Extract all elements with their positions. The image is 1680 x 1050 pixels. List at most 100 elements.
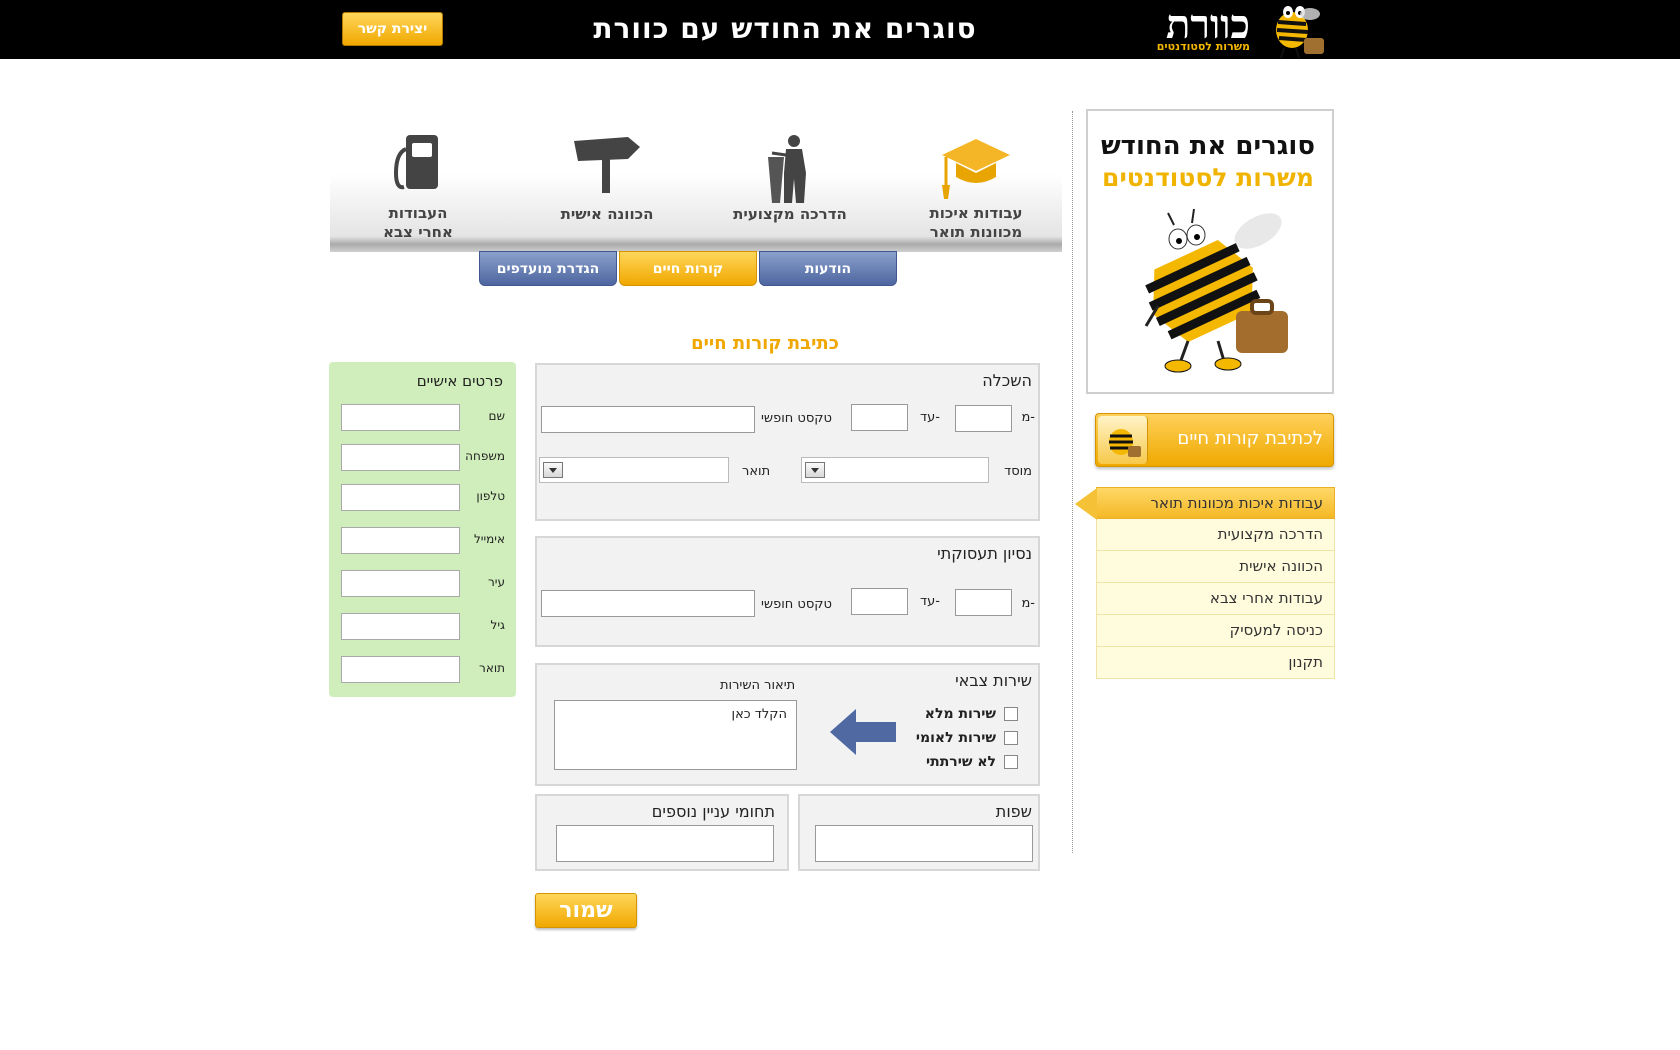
email-input[interactable] xyxy=(341,527,460,554)
to-label: עד- xyxy=(920,594,940,609)
languages-section: שפות xyxy=(798,794,1040,871)
icon-nav-personal-guidance[interactable]: הכוונה אישית xyxy=(527,121,687,252)
tab-preferences[interactable]: הגדרת מועדפים xyxy=(479,251,617,286)
tab-cv[interactable]: קורות חיים xyxy=(619,251,757,286)
service-description-label: תיאור השירות xyxy=(720,678,796,693)
column-divider xyxy=(1072,111,1073,853)
category-item-personal-guidance[interactable]: הכוונה אישית xyxy=(1096,551,1335,583)
category-item-quality-jobs[interactable]: עבודות איכות מכוונות תואר xyxy=(1075,487,1335,520)
interests-title: תחומי עניין נוספים xyxy=(651,802,775,821)
write-cv-button[interactable]: לכתיבת קורות חיים xyxy=(1095,413,1334,467)
personal-details-panel: פרטים אישיים שם משפחה טלפון אימייל עיר ג… xyxy=(329,362,516,697)
bee-small-icon xyxy=(1098,416,1148,464)
no-service-checkbox[interactable] xyxy=(1004,755,1018,769)
institution-label: מוסד xyxy=(1004,464,1032,479)
category-item-post-army-jobs[interactable]: עבודות אחרי צבא xyxy=(1096,583,1335,615)
interests-input[interactable] xyxy=(556,825,774,862)
military-title: שירות צבאי xyxy=(955,671,1032,690)
from-label: מ- xyxy=(1021,596,1035,611)
top-bar: יצירת קשר סוגרים את החודש עם כוורת כוורת… xyxy=(0,0,1680,59)
education-to-input[interactable] xyxy=(851,404,908,431)
icon-nav-post-army-jobs[interactable]: העבודות אחרי צבא xyxy=(338,121,498,252)
logo-subtitle: משרות לסטודנטים xyxy=(1156,40,1250,53)
field-label: עיר xyxy=(488,575,505,589)
phone-input[interactable] xyxy=(341,484,460,511)
site-logo[interactable]: כוורת משרות לסטודנטים xyxy=(1150,2,1330,66)
surname-input[interactable] xyxy=(341,444,460,471)
chevron-down-icon[interactable] xyxy=(543,462,563,478)
icon-nav-professional-training[interactable]: הדרכה מקצועית xyxy=(710,121,870,252)
write-cv-label: לכתיבת קורות חיים xyxy=(1177,428,1323,449)
interests-section: תחומי עניין נוספים xyxy=(535,794,789,871)
age-input[interactable] xyxy=(341,613,460,640)
header-title: סוגרים את החודש עם כוורת xyxy=(593,12,977,45)
tab-bar: הודעות קורות חיים הגדרת מועדפים xyxy=(479,251,897,287)
option-no-service[interactable]: לא שירתתי xyxy=(926,753,1018,771)
icon-strip: עבודות איכות מכוונות תואר הדרכה מקצועית ה… xyxy=(330,121,1062,252)
category-item-professional-training[interactable]: הדרכה מקצועית xyxy=(1096,519,1335,551)
education-title: השכלה xyxy=(982,371,1032,390)
full-service-checkbox[interactable] xyxy=(1004,707,1018,721)
personal-field-degree: תואר xyxy=(341,656,505,683)
experience-from-input[interactable] xyxy=(955,589,1012,616)
category-item-employer-login[interactable]: כניסה למעסיק xyxy=(1096,615,1335,647)
personal-field-age: גיל xyxy=(341,613,505,640)
promo-banner[interactable]: סוגרים את החודש משרות לסטודנטים xyxy=(1086,109,1334,394)
category-label: עבודות אחרי צבא xyxy=(1209,589,1323,607)
option-full-service[interactable]: שירות מלא xyxy=(925,705,1018,723)
option-label: לא שירתתי xyxy=(926,754,996,770)
field-label: אימייל xyxy=(473,532,505,546)
institution-select[interactable] xyxy=(801,457,989,483)
education-section: השכלה מ- עד- טקסט חופשי מוסד תואר xyxy=(535,363,1040,521)
bee-mascot-icon xyxy=(1144,208,1288,373)
contact-button[interactable]: יצירת קשר xyxy=(342,12,443,46)
tab-messages[interactable]: הודעות xyxy=(759,251,897,286)
experience-free-text-input[interactable] xyxy=(541,590,755,617)
service-description-textarea[interactable]: הקלד כאן xyxy=(554,700,797,770)
save-button[interactable]: שמור xyxy=(535,893,637,928)
icon-label-line2: מכוונות תואר xyxy=(929,223,1023,241)
option-national-service[interactable]: שירות לאומי xyxy=(916,729,1018,747)
category-menu: עבודות איכות מכוונות תואר הדרכה מקצועית … xyxy=(1075,487,1335,679)
bee-logo-icon xyxy=(1276,6,1324,59)
chevron-down-icon[interactable] xyxy=(805,462,825,478)
field-label: משפחה xyxy=(465,449,505,463)
category-label: הדרכה מקצועית xyxy=(1217,525,1323,543)
category-item-terms[interactable]: תקנון xyxy=(1096,647,1335,679)
arrow-left-icon xyxy=(830,709,896,755)
icon-label-line2: אחרי צבא xyxy=(383,223,453,241)
experience-to-input[interactable] xyxy=(851,588,908,615)
active-arrow-icon xyxy=(1075,488,1097,520)
personal-field-surname: משפחה xyxy=(341,444,505,471)
lecturer-icon xyxy=(768,135,806,203)
option-label: שירות לאומי xyxy=(915,730,996,746)
education-free-text-input[interactable] xyxy=(541,406,755,433)
category-label: הכוונה אישית xyxy=(1239,557,1323,575)
experience-section: נסיון תעסוקתי מ- עד- טקסט חופשי xyxy=(535,536,1040,647)
military-service-section: שירות צבאי שירות מלא שירות לאומי לא שירת… xyxy=(535,663,1040,786)
promo-line-1: סוגרים את החודש xyxy=(1100,131,1316,161)
icon-nav-quality-jobs[interactable]: עבודות איכות מכוונות תואר xyxy=(896,121,1056,252)
degree-input[interactable] xyxy=(341,656,460,683)
icon-label-line1: הדרכה מקצועית xyxy=(733,205,847,223)
form-title: כתיבת קורות חיים xyxy=(691,333,839,354)
languages-title: שפות xyxy=(995,802,1032,821)
personal-field-name: שם xyxy=(341,404,505,431)
education-from-input[interactable] xyxy=(955,405,1012,432)
degree-select[interactable] xyxy=(539,457,729,483)
promo-line-2: משרות לסטודנטים xyxy=(1102,163,1314,192)
field-label: גיל xyxy=(490,618,505,632)
category-label: עבודות איכות מכוונות תואר xyxy=(1150,494,1323,512)
national-service-checkbox[interactable] xyxy=(1004,731,1018,745)
name-input[interactable] xyxy=(341,404,460,431)
personal-details-title: פרטים אישיים xyxy=(416,372,503,390)
experience-title: נסיון תעסוקתי xyxy=(937,544,1032,563)
personal-field-phone: טלפון xyxy=(341,484,505,511)
languages-input[interactable] xyxy=(815,825,1033,862)
graduation-cap-icon xyxy=(942,139,1010,199)
signpost-icon xyxy=(574,137,640,193)
city-input[interactable] xyxy=(341,570,460,597)
personal-field-email: אימייל xyxy=(341,527,505,554)
category-label: כניסה למעסיק xyxy=(1229,621,1323,639)
icon-label-line1: העבודות xyxy=(388,204,448,222)
